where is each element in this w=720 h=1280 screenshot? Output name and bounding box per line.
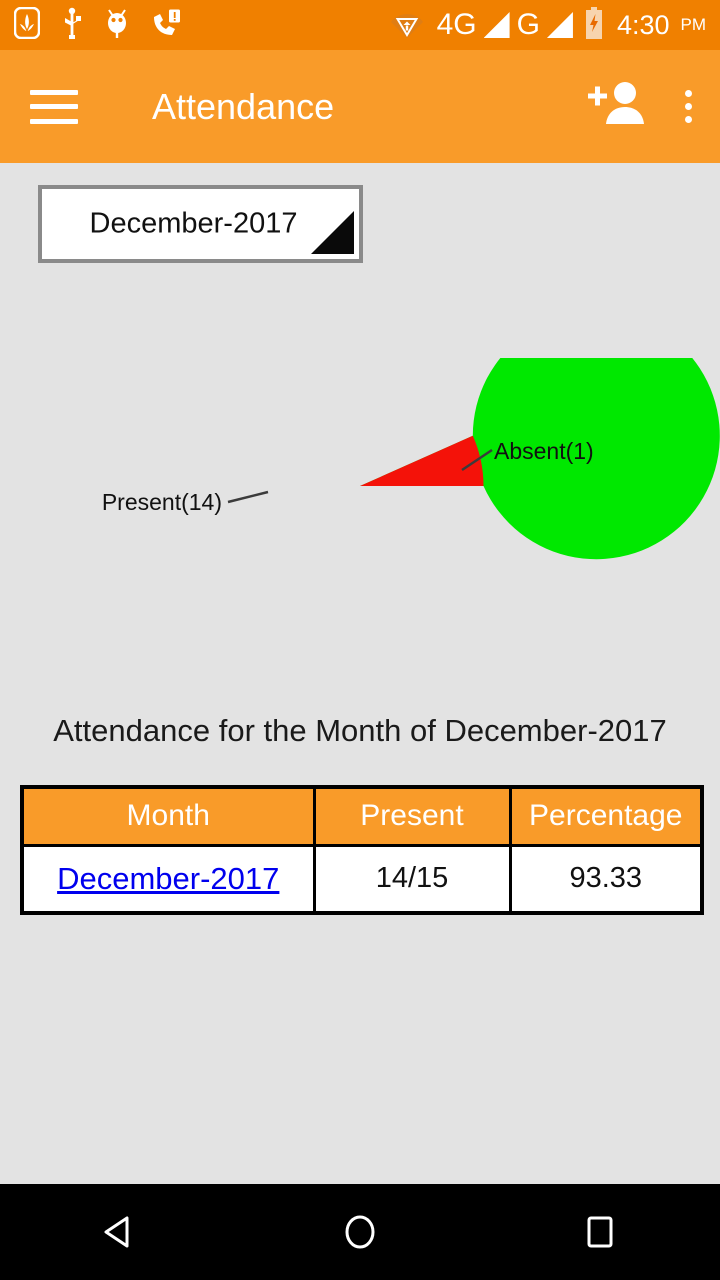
attendance-table-body: December-2017 14/15 93.33 — [20, 843, 704, 915]
cell-percentage: 93.33 — [508, 843, 704, 915]
month-spinner-value: December-2017 — [89, 207, 298, 240]
column-header-percentage: Percentage — [508, 785, 704, 847]
android-navigation-bar — [0, 1184, 720, 1280]
signal-4g-bars-icon — [483, 12, 510, 38]
table-row: December-2017 14/15 93.33 — [20, 843, 704, 915]
main-content: December-2017 Present(14) Absent(1) Atte… — [0, 163, 720, 1184]
attendance-heading: Attendance for the Month of December-201… — [53, 713, 667, 748]
overflow-dot-3 — [685, 116, 692, 123]
table-header-row: Month Present Percentage — [20, 785, 704, 847]
signal-4g-label: 4G — [436, 8, 477, 41]
status-bar-right-icons: 4G G 4:30 PM — [390, 6, 707, 44]
android-debug-icon — [104, 7, 130, 44]
pie-label-present: Present(14) — [102, 489, 222, 515]
app-bar: Attendance — [0, 50, 720, 163]
status-bar: 4G G 4:30 PM — [0, 0, 720, 50]
app-notification-icon — [13, 6, 41, 44]
attendance-pie-chart: Present(14) Absent(1) — [0, 358, 720, 618]
app-bar-actions — [587, 80, 696, 133]
hamburger-icon[interactable] — [30, 89, 78, 124]
pie-slice-absent — [360, 435, 484, 486]
signal-g-bars-icon — [546, 12, 573, 38]
pie-chart-svg: Present(14) Absent(1) — [102, 358, 720, 560]
month-detail-link[interactable]: December-2017 — [57, 861, 279, 896]
battery-charging-icon — [584, 6, 604, 44]
status-bar-left-icons — [13, 6, 181, 44]
cell-month: December-2017 — [20, 843, 316, 915]
attendance-table-head: Month Present Percentage — [20, 785, 704, 847]
cell-present: 14/15 — [312, 843, 512, 915]
usb-icon — [61, 7, 83, 44]
status-bar-clock: 4:30 — [616, 9, 670, 40]
status-bar-ampm: PM — [680, 15, 707, 34]
wifi-icon — [390, 8, 424, 43]
column-header-present: Present — [312, 785, 512, 847]
signal-g-label: G — [516, 8, 540, 41]
hamburger-line-1 — [30, 89, 78, 95]
hamburger-line-2 — [30, 104, 78, 109]
missed-call-icon — [151, 8, 181, 43]
month-spinner[interactable]: December-2017 — [38, 185, 363, 263]
overflow-menu-icon[interactable] — [681, 86, 696, 127]
attendance-table: Month Present Percentage December-2017 1… — [20, 785, 704, 915]
overflow-dot-1 — [685, 90, 692, 97]
recents-square-icon[interactable] — [552, 1184, 648, 1280]
hamburger-line-3 — [30, 118, 78, 124]
pie-label-absent: Absent(1) — [494, 438, 594, 464]
column-header-month: Month — [20, 785, 316, 847]
overflow-dot-2 — [685, 103, 692, 110]
pie-leader-line-present — [227, 490, 269, 504]
add-person-icon[interactable] — [587, 80, 645, 133]
page-title: Attendance — [152, 85, 335, 127]
home-circle-icon[interactable] — [312, 1184, 408, 1280]
back-triangle-icon[interactable] — [72, 1184, 168, 1280]
